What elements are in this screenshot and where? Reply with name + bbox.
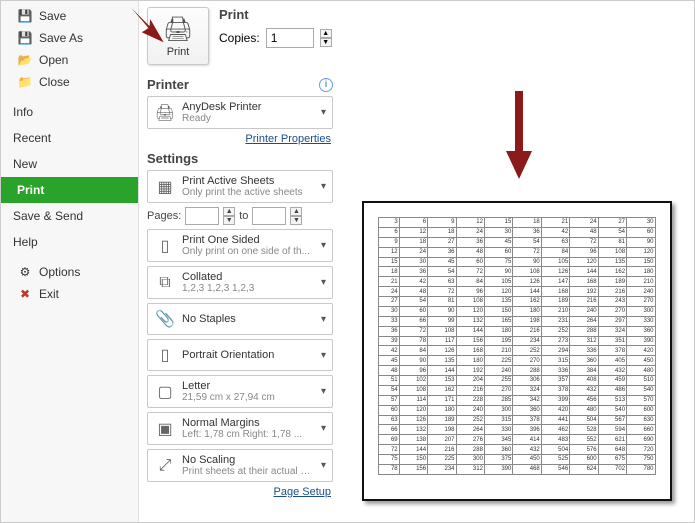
sidebar-item-save-as[interactable]: 💾 Save As: [1, 27, 138, 49]
page-setup-link[interactable]: Page Setup: [147, 486, 331, 498]
sidebar-item-label: Save: [39, 9, 66, 23]
chevron-down-icon: ▾: [319, 240, 328, 251]
chevron-down-icon: ▾: [319, 350, 328, 361]
print-title: Print: [219, 7, 333, 22]
printer-dropdown[interactable]: 🖨 AnyDesk Printer Ready ▾: [147, 96, 333, 129]
print-what-dropdown[interactable]: ▦ Print Active Sheets Only print the act…: [147, 170, 333, 203]
save-as-icon: 💾: [17, 30, 33, 46]
print-button[interactable]: 🖨 Print: [147, 7, 209, 65]
print-settings-panel: 🖨 Print Print Copies: ▲ ▼ Printer i 🖨: [139, 1, 339, 522]
sheets-icon: ▦: [154, 176, 176, 198]
chevron-down-icon: ▾: [319, 386, 328, 397]
sidebar-item-save[interactable]: 💾 Save: [1, 5, 138, 27]
open-icon: 📂: [17, 52, 33, 68]
sidebar-item-print[interactable]: Print: [1, 177, 138, 203]
printer-section-title: Printer: [147, 77, 189, 92]
orientation-dropdown[interactable]: ▯ Portrait Orientation ▾: [147, 339, 333, 371]
chevron-down-icon: ▾: [319, 277, 328, 288]
copies-spin-up[interactable]: ▲: [320, 29, 332, 38]
printer-status: Ready: [182, 113, 313, 124]
margins-icon: ▣: [154, 418, 176, 440]
pages-to-input[interactable]: [252, 207, 286, 225]
stapler-icon: 📎: [154, 308, 176, 330]
paper-dropdown[interactable]: ▢ Letter 21,59 cm x 27,94 cm ▾: [147, 375, 333, 408]
chevron-down-icon: ▾: [319, 314, 328, 325]
scaling-dropdown[interactable]: ⤢ No Scaling Print sheets at their actua…: [147, 449, 333, 482]
collated-icon: ⧉: [154, 272, 176, 294]
chevron-down-icon: ▾: [319, 107, 328, 118]
backstage-sidebar: 💾 Save 💾 Save As 📂 Open 📁 Close Info Rec…: [1, 1, 139, 522]
close-icon: 📁: [17, 74, 33, 90]
margins-dropdown[interactable]: ▣ Normal Margins Left: 1,78 cm Right: 1,…: [147, 412, 333, 445]
sidebar-item-label: Close: [39, 75, 70, 89]
exit-icon: ✖: [17, 286, 33, 302]
options-icon: ⚙: [17, 264, 33, 280]
sidebar-item-label: Exit: [39, 287, 59, 301]
copies-label: Copies:: [219, 31, 260, 45]
sidebar-item-label: Help: [13, 235, 38, 249]
sidebar-item-label: Save As: [39, 31, 83, 45]
paper-icon: ▢: [154, 381, 176, 403]
print-preview-area: 3691215182124273061218243036424854609182…: [339, 1, 694, 522]
sidebar-item-label: Open: [39, 53, 68, 67]
print-button-label: Print: [167, 46, 190, 58]
copies-input[interactable]: [266, 28, 314, 48]
printer-properties-link[interactable]: Printer Properties: [147, 133, 331, 145]
chevron-down-icon: ▾: [319, 181, 328, 192]
sidebar-item-recent[interactable]: Recent: [1, 125, 138, 151]
copies-spin-down[interactable]: ▼: [320, 38, 332, 47]
page-preview: 3691215182124273061218243036424854609182…: [362, 201, 672, 501]
preview-table: 3691215182124273061218243036424854609182…: [378, 217, 656, 475]
chevron-down-icon: ▾: [319, 423, 328, 434]
printer-info-icon[interactable]: i: [319, 78, 333, 92]
sidebar-item-label: Save & Send: [13, 209, 83, 223]
sidebar-item-options[interactable]: ⚙ Options: [1, 261, 138, 283]
save-icon: 💾: [17, 8, 33, 24]
printer-name: AnyDesk Printer: [182, 101, 313, 113]
sidebar-item-label: Print: [17, 183, 44, 197]
sidebar-item-label: Recent: [13, 131, 51, 145]
pages-range-row: Pages: ▲▼ to ▲▼: [147, 207, 333, 225]
printer-ready-icon: 🖨: [154, 102, 176, 124]
scaling-icon: ⤢: [154, 455, 176, 477]
sidebar-item-info[interactable]: Info: [1, 99, 138, 125]
pages-to-label: to: [239, 210, 248, 222]
sidebar-item-new[interactable]: New: [1, 151, 138, 177]
sidebar-item-label: Options: [39, 265, 80, 279]
sidebar-item-label: New: [13, 157, 37, 171]
sidebar-item-open[interactable]: 📂 Open: [1, 49, 138, 71]
chevron-down-icon: ▾: [319, 460, 328, 471]
staples-dropdown[interactable]: 📎 No Staples ▾: [147, 303, 333, 335]
sidebar-item-close[interactable]: 📁 Close: [1, 71, 138, 93]
sidebar-item-label: Info: [13, 105, 33, 119]
one-sided-icon: ▯: [154, 235, 176, 257]
sidebar-item-save-send[interactable]: Save & Send: [1, 203, 138, 229]
portrait-icon: ▯: [154, 344, 176, 366]
pages-label: Pages:: [147, 210, 181, 222]
sidebar-item-exit[interactable]: ✖ Exit: [1, 283, 138, 305]
sidebar-item-help[interactable]: Help: [1, 229, 138, 255]
pages-from-input[interactable]: [185, 207, 219, 225]
collated-dropdown[interactable]: ⧉ Collated 1,2,3 1,2,3 1,2,3 ▾: [147, 266, 333, 299]
settings-section-title: Settings: [147, 151, 198, 166]
sides-dropdown[interactable]: ▯ Print One Sided Only print on one side…: [147, 229, 333, 262]
printer-icon: 🖨: [163, 15, 193, 44]
